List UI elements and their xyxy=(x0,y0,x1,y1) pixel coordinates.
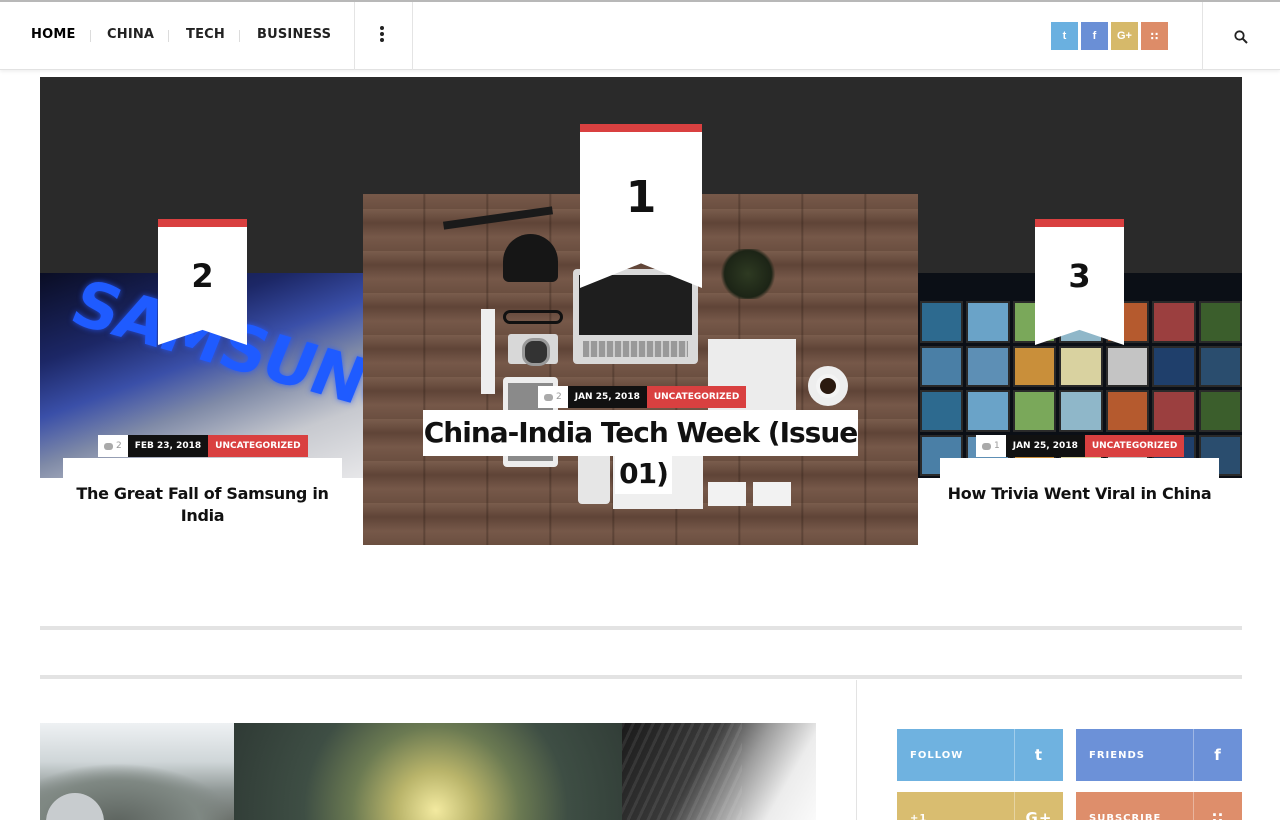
tv-screen xyxy=(966,301,1010,343)
section-divider xyxy=(40,626,1242,630)
more-menu-icon[interactable] xyxy=(376,26,388,46)
tv-screen xyxy=(920,390,964,432)
rank-ribbon-1: 1 xyxy=(580,124,702,288)
comment-icon xyxy=(982,442,991,450)
post-date: JAN 25, 2018 xyxy=(1005,435,1085,457)
tv-screen xyxy=(966,390,1010,432)
post-title-featured[interactable]: China-India Tech Week (Issue xyxy=(423,410,858,456)
comment-count[interactable]: 2 xyxy=(98,435,128,457)
nav-separator xyxy=(90,30,91,42)
category-badge[interactable]: UNCATEGORIZED xyxy=(1084,435,1185,457)
card xyxy=(708,482,746,506)
facebook-icon: f xyxy=(1193,729,1242,781)
nav-separator xyxy=(239,30,240,42)
social-box-label: SUBSCRIBE xyxy=(1089,812,1162,820)
tv-screen xyxy=(1198,345,1242,387)
rss-icon[interactable]: ∷ xyxy=(1141,22,1168,50)
post-thumbnail[interactable] xyxy=(40,723,234,820)
sidebar-divider xyxy=(856,680,857,820)
camera xyxy=(508,334,558,366)
tv-screen xyxy=(966,345,1010,387)
comment-icon xyxy=(104,442,113,450)
tv-screen xyxy=(920,301,964,343)
glasses xyxy=(503,310,563,324)
post-meta: 2 FEB 23, 2018 UNCATEGORIZED xyxy=(98,435,308,457)
desk-lamp-arm xyxy=(442,206,554,230)
social-box-label: +1 xyxy=(910,812,928,820)
category-badge[interactable]: UNCATEGORIZED xyxy=(646,386,747,408)
tv-screen xyxy=(1059,345,1103,387)
google-plus-icon: G+ xyxy=(1014,792,1063,820)
tv-screen xyxy=(1012,345,1057,387)
comment-icon xyxy=(544,393,553,401)
comment-count-value: 2 xyxy=(556,392,562,402)
nav-business[interactable]: BUSINESS xyxy=(257,27,331,42)
rank-ribbon-2: 2 xyxy=(158,219,247,345)
coffee-cup xyxy=(808,366,848,406)
rank-number: 1 xyxy=(625,172,657,223)
post-title[interactable]: The Great Fall of Samsung in India xyxy=(63,458,342,533)
rank-number: 2 xyxy=(191,257,214,295)
nav-home[interactable]: HOME xyxy=(31,27,76,42)
social-box-label: FOLLOW xyxy=(910,749,964,761)
tv-screen xyxy=(1059,390,1103,432)
nav-separator xyxy=(168,30,169,42)
tv-screen xyxy=(1105,390,1150,432)
search-icon[interactable] xyxy=(1234,30,1248,44)
rank-number: 3 xyxy=(1068,257,1091,295)
header-divider xyxy=(1202,2,1203,70)
subscribe-rss-button[interactable]: SUBSCRIBE ∷ xyxy=(1076,792,1242,820)
header-divider xyxy=(412,2,413,70)
twitter-icon[interactable]: t xyxy=(1051,22,1078,50)
card xyxy=(753,482,791,506)
header-divider xyxy=(354,2,355,70)
category-badge[interactable]: UNCATEGORIZED xyxy=(208,435,308,457)
post-title[interactable]: How Trivia Went Viral in China xyxy=(940,458,1219,533)
facebook-icon[interactable]: f xyxy=(1081,22,1108,50)
follow-twitter-button[interactable]: FOLLOW t xyxy=(897,729,1063,781)
section-divider xyxy=(40,675,1242,679)
comment-count-value: 2 xyxy=(116,441,122,451)
rank-ribbon-3: 3 xyxy=(1035,219,1124,345)
post-thumbnail[interactable] xyxy=(622,723,816,820)
post-meta: 2 JAN 25, 2018 UNCATEGORIZED xyxy=(538,386,747,408)
ruler xyxy=(481,309,495,394)
tv-screen xyxy=(1152,345,1196,387)
comment-count[interactable]: 2 xyxy=(538,386,568,408)
twitter-icon: t xyxy=(1014,729,1063,781)
post-date: FEB 23, 2018 xyxy=(127,435,209,457)
post-title-featured-line2[interactable]: 01) xyxy=(615,456,672,494)
google-plus-button[interactable]: +1 G+ xyxy=(897,792,1063,820)
friends-facebook-button[interactable]: FRIENDS f xyxy=(1076,729,1242,781)
comment-count-value: 1 xyxy=(994,441,1000,451)
tv-screen xyxy=(920,345,964,387)
comment-count[interactable]: 1 xyxy=(976,435,1006,457)
tv-screen xyxy=(1198,301,1242,343)
tv-screen xyxy=(1152,301,1196,343)
plant xyxy=(718,249,778,299)
post-date: JAN 25, 2018 xyxy=(567,386,647,408)
nav-tech[interactable]: TECH xyxy=(186,27,225,42)
post-thumbnail[interactable] xyxy=(234,723,622,820)
nav-china[interactable]: CHINA xyxy=(107,27,154,42)
tv-screen xyxy=(1012,390,1057,432)
social-box-label: FRIENDS xyxy=(1089,749,1145,761)
phone xyxy=(578,449,610,504)
tv-screen xyxy=(1105,345,1150,387)
site-header: HOME CHINA TECH BUSINESS t f G+ ∷ xyxy=(0,2,1280,70)
rss-icon: ∷ xyxy=(1193,792,1242,820)
tv-screen xyxy=(1152,390,1196,432)
desk-lamp-head xyxy=(503,234,558,282)
google-plus-icon[interactable]: G+ xyxy=(1111,22,1138,50)
post-meta: 1 JAN 25, 2018 UNCATEGORIZED xyxy=(976,435,1185,457)
tv-screen xyxy=(1198,390,1242,432)
